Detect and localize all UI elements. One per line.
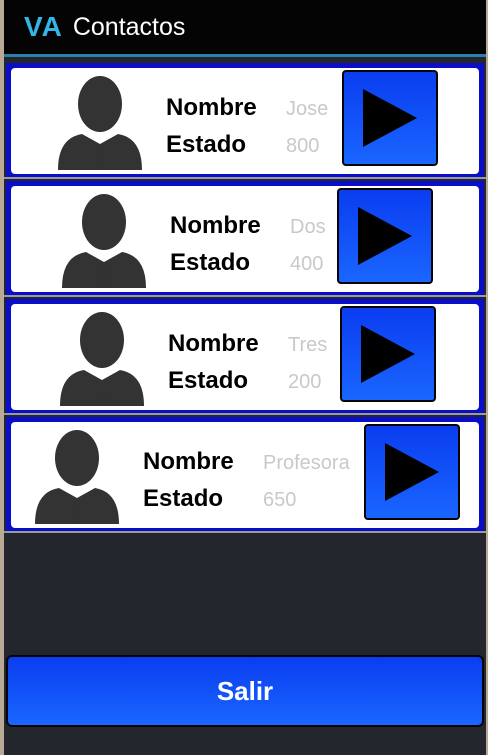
avatar-icon (60, 312, 144, 406)
estado-value: 400 (290, 253, 324, 275)
divider (4, 531, 486, 533)
list-item[interactable]: Nombre Estado Profesora 650 (6, 417, 484, 533)
contact-card: Nombre Estado Tres 200 (11, 304, 479, 410)
list-item[interactable]: Nombre Estado Tres 200 (6, 299, 484, 415)
contact-card: Nombre Estado Dos 400 (11, 186, 479, 292)
contact-card: Nombre Estado Jose 800 (11, 68, 479, 174)
play-button[interactable] (340, 306, 436, 402)
play-button[interactable] (342, 70, 438, 166)
divider (4, 177, 486, 179)
list-item[interactable]: Nombre Estado Dos 400 (6, 181, 484, 297)
play-icon (358, 207, 412, 265)
estado-value: 650 (263, 489, 297, 511)
avatar-icon (58, 76, 142, 170)
avatar-icon (35, 430, 119, 524)
estado-label: Estado (143, 485, 224, 512)
nombre-value: Jose (286, 98, 329, 120)
nombre-label: Nombre (168, 330, 259, 357)
play-button[interactable] (337, 188, 433, 284)
play-icon (385, 443, 439, 501)
nombre-label: Nombre (143, 448, 234, 475)
play-button[interactable] (364, 424, 460, 520)
nombre-label: Nombre (166, 94, 257, 121)
nombre-label: Nombre (170, 212, 261, 239)
list-item[interactable]: Nombre Estado Jose 800 (6, 63, 484, 179)
exit-button[interactable]: Salir (6, 655, 484, 727)
nombre-value: Tres (288, 334, 328, 356)
contact-card: Nombre Estado Profesora 650 (11, 422, 479, 528)
estado-label: Estado (170, 249, 251, 276)
app-logo[interactable]: VA (24, 11, 63, 43)
estado-value: 200 (288, 371, 322, 393)
estado-value: 800 (286, 135, 320, 157)
estado-label: Estado (166, 131, 247, 158)
app-screen: VA Contactos Nombre Estado Jose 800 Nomb… (4, 0, 486, 755)
page-title: Contactos (72, 12, 186, 41)
nombre-value: Profesora (263, 452, 350, 474)
play-icon (363, 89, 417, 147)
divider (4, 413, 486, 415)
avatar-icon (62, 194, 146, 288)
action-bar: VA Contactos (4, 0, 486, 57)
divider (4, 295, 486, 297)
play-icon (361, 325, 415, 383)
estado-label: Estado (168, 367, 249, 394)
nombre-value: Dos (290, 216, 326, 238)
